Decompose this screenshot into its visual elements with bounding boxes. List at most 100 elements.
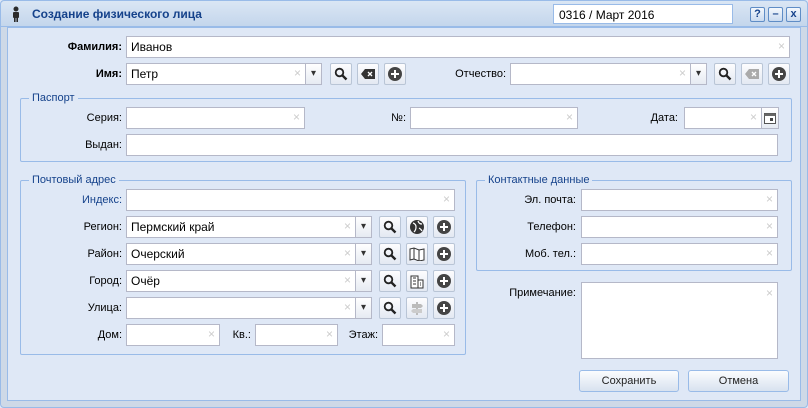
name-dropdown-button[interactable]: ▾ xyxy=(305,63,322,85)
clear-icon[interactable]: × xyxy=(208,327,215,341)
district-map-button[interactable] xyxy=(406,243,428,265)
phone-label: Телефон: xyxy=(527,221,576,233)
date-field[interactable]: × xyxy=(684,107,762,129)
note-label: Примечание: xyxy=(509,287,576,299)
clear-icon[interactable]: × xyxy=(294,66,301,80)
passport-group-title: Паспорт xyxy=(29,92,78,104)
issued-label: Выдан: xyxy=(85,139,122,151)
clear-icon[interactable]: × xyxy=(293,110,300,124)
region-dropdown-button[interactable]: ▾ xyxy=(355,216,372,238)
buildings-icon xyxy=(410,275,424,288)
patronymic-dropdown-button[interactable]: ▾ xyxy=(690,63,707,85)
street-add-button[interactable] xyxy=(433,297,455,319)
add-icon xyxy=(388,67,402,81)
search-icon xyxy=(383,220,397,234)
window-title: Создание физического лица xyxy=(32,7,202,21)
floor-field[interactable]: × xyxy=(382,324,455,346)
clear-icon[interactable]: × xyxy=(566,110,573,124)
help-button[interactable]: ? xyxy=(750,7,765,22)
city-add-button[interactable] xyxy=(433,270,455,292)
clear-icon[interactable]: × xyxy=(344,300,351,314)
clear-icon[interactable]: × xyxy=(344,219,351,233)
name-add-button[interactable] xyxy=(384,63,406,85)
district-value: Очерский xyxy=(131,247,185,261)
index-field[interactable]: × xyxy=(126,189,455,211)
search-icon xyxy=(383,301,397,315)
region-search-button[interactable] xyxy=(379,216,401,238)
district-label: Район: xyxy=(87,248,122,260)
add-icon xyxy=(437,247,451,261)
patronymic-clear-button[interactable] xyxy=(741,63,763,85)
minimize-button[interactable]: – xyxy=(768,7,783,22)
city-value: Очёр xyxy=(131,274,160,288)
globe-icon xyxy=(410,220,424,234)
house-field[interactable]: × xyxy=(126,324,220,346)
series-field[interactable]: × xyxy=(126,107,305,129)
mobile-field[interactable]: × xyxy=(581,243,778,265)
address-group-title: Почтовый адрес xyxy=(29,174,119,186)
clear-icon[interactable]: × xyxy=(326,327,333,341)
search-icon xyxy=(383,247,397,261)
phone-field[interactable]: × xyxy=(581,216,778,238)
city-search-button[interactable] xyxy=(379,270,401,292)
apartment-label: Кв.: xyxy=(232,329,251,341)
city-dropdown-button[interactable]: ▾ xyxy=(355,270,372,292)
contacts-group-title: Контактные данные xyxy=(485,174,593,186)
clear-icon[interactable]: × xyxy=(344,246,351,260)
index-label: Индекс: xyxy=(81,194,122,206)
region-field[interactable]: Пермский край × xyxy=(126,216,356,238)
surname-field[interactable]: Иванов × xyxy=(126,36,790,58)
clear-icon[interactable]: × xyxy=(443,327,450,341)
name-field[interactable]: Петр × xyxy=(126,63,306,85)
email-field[interactable]: × xyxy=(581,189,778,211)
name-label: Имя: xyxy=(95,68,122,80)
email-label: Эл. почта: xyxy=(524,194,576,206)
district-search-button[interactable] xyxy=(379,243,401,265)
save-button[interactable]: Сохранить xyxy=(579,370,679,392)
search-icon xyxy=(383,274,397,288)
clear-icon[interactable]: × xyxy=(443,192,450,206)
backspace-icon xyxy=(745,69,759,79)
district-dropdown-button[interactable]: ▾ xyxy=(355,243,372,265)
clear-icon[interactable]: × xyxy=(766,286,773,300)
title-bar: Создание физического лица 0316 / Март 20… xyxy=(1,1,807,27)
city-field[interactable]: Очёр × xyxy=(126,270,356,292)
patronymic-add-button[interactable] xyxy=(768,63,790,85)
city-buildings-button[interactable] xyxy=(406,270,428,292)
street-field[interactable]: × xyxy=(126,297,356,319)
note-field[interactable]: × xyxy=(581,282,778,359)
add-icon xyxy=(437,274,451,288)
street-signpost-button[interactable] xyxy=(406,297,428,319)
region-globe-button[interactable] xyxy=(406,216,428,238)
clear-icon[interactable]: × xyxy=(766,246,773,260)
clear-icon[interactable]: × xyxy=(766,219,773,233)
close-button[interactable]: x xyxy=(786,7,801,22)
issued-field[interactable] xyxy=(126,134,778,156)
district-field[interactable]: Очерский × xyxy=(126,243,356,265)
cancel-button[interactable]: Отмена xyxy=(688,370,789,392)
city-label: Город: xyxy=(89,275,122,287)
number-field[interactable]: × xyxy=(410,107,578,129)
clear-icon[interactable]: × xyxy=(766,192,773,206)
date-picker-button[interactable] xyxy=(761,107,779,129)
patronymic-search-button[interactable] xyxy=(714,63,736,85)
clear-icon[interactable]: × xyxy=(344,273,351,287)
name-value: Петр xyxy=(131,67,159,81)
dialog-window: Создание физического лица 0316 / Март 20… xyxy=(0,0,808,408)
patronymic-field[interactable]: × xyxy=(510,63,691,85)
apartment-field[interactable]: × xyxy=(255,324,338,346)
patronymic-label: Отчество: xyxy=(455,68,506,80)
clear-icon[interactable]: × xyxy=(778,39,785,53)
district-add-button[interactable] xyxy=(433,243,455,265)
period-field[interactable]: 0316 / Март 2016 xyxy=(553,4,733,24)
region-add-button[interactable] xyxy=(433,216,455,238)
street-search-button[interactable] xyxy=(379,297,401,319)
calendar-icon xyxy=(764,113,776,124)
name-clear-button[interactable] xyxy=(357,63,379,85)
street-dropdown-button[interactable]: ▾ xyxy=(355,297,372,319)
number-label: №: xyxy=(391,112,406,124)
signpost-icon xyxy=(411,301,423,315)
clear-icon[interactable]: × xyxy=(750,110,757,124)
clear-icon[interactable]: × xyxy=(679,66,686,80)
name-search-button[interactable] xyxy=(330,63,352,85)
